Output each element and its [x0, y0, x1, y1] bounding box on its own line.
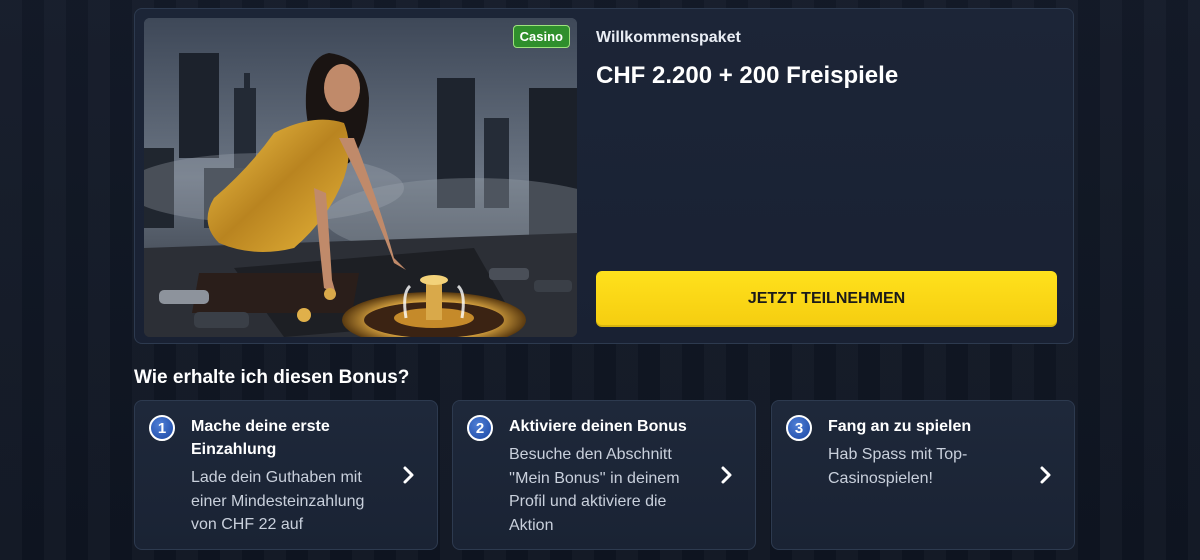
step-description: Hab Spass mit Top-Casinospielen! [828, 446, 968, 487]
step-card-activate-bonus[interactable]: 2 Aktiviere deinen Bonus Besuche den Abs… [452, 400, 756, 550]
step-card-deposit[interactable]: 1 Mache deine erste Einzahlung Lade dein… [134, 400, 438, 550]
step-title: Aktiviere deinen Bonus [509, 418, 687, 435]
step-title: Mache deine erste Einzahlung [191, 418, 330, 458]
step-card-start-playing[interactable]: 3 Fang an zu spielen Hab Spass mit Top-C… [771, 400, 1075, 550]
step-description: Lade dein Guthaben mit einer Mindesteinz… [191, 469, 365, 533]
promo-subtitle: Willkommenspaket [596, 29, 741, 46]
casino-scene-illustration [144, 18, 577, 337]
chevron-right-icon [721, 466, 732, 484]
step-number-badge: 1 [149, 415, 175, 441]
promo-title: CHF 2.200 + 200 Freispiele [596, 62, 899, 89]
step-title: Fang an zu spielen [828, 418, 972, 435]
promo-image: Casino [144, 18, 577, 337]
step-number-badge: 3 [786, 415, 812, 441]
chevron-right-icon [403, 466, 414, 484]
step-number-badge: 2 [467, 415, 493, 441]
chevron-right-icon [1040, 466, 1051, 484]
section-heading: Wie erhalte ich diesen Bonus? [134, 367, 410, 388]
promo-card: Casino Willkommenspaket CHF 2.200 + 200 … [134, 8, 1074, 344]
casino-badge: Casino [512, 25, 570, 48]
join-now-button[interactable]: JETZT TEILNEHMEN [596, 271, 1057, 327]
step-description: Besuche den Abschnitt ''Mein Bonus'' in … [509, 446, 680, 534]
